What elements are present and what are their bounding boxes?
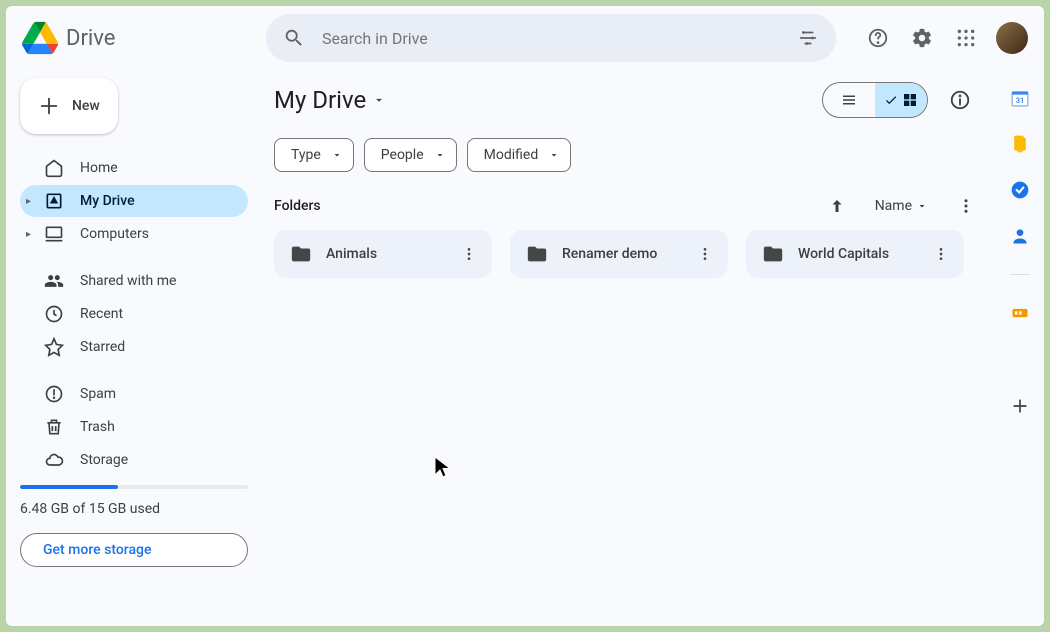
sidebar-item-spam[interactable]: Spam [20, 378, 248, 410]
dropdown-icon [548, 149, 560, 161]
check-icon [884, 93, 898, 107]
home-icon [44, 158, 64, 178]
topbar: Drive [6, 6, 1044, 70]
spam-icon [44, 384, 64, 404]
more-options-icon[interactable] [952, 192, 980, 220]
sidebar-item-computers[interactable]: ▸ Computers [20, 218, 248, 250]
apps-icon[interactable] [946, 18, 986, 58]
settings-icon[interactable] [902, 18, 942, 58]
top-icons [858, 18, 1028, 58]
keep-icon[interactable] [1010, 134, 1030, 154]
people-icon [44, 271, 64, 291]
main-content: My Drive [262, 70, 996, 626]
drive-icon [44, 191, 64, 211]
side-rail: 31 [996, 70, 1044, 626]
filter-people[interactable]: People [364, 138, 457, 172]
folder-name: Renamer demo [562, 246, 676, 262]
sidebar-item-label: Starred [80, 339, 125, 355]
add-rail-icon[interactable] [1010, 396, 1030, 416]
sidebar-item-label: Spam [80, 386, 116, 402]
folder-item[interactable]: Renamer demo [510, 230, 728, 278]
sidebar-item-starred[interactable]: Starred [20, 331, 248, 363]
sort-by-name[interactable]: Name [875, 198, 928, 214]
brand-name: Drive [66, 26, 115, 51]
contacts-icon[interactable] [1010, 226, 1030, 246]
search-options-icon[interactable] [788, 18, 828, 58]
sidebar: New Home ▸ My Drive ▸ Computers Shared w… [6, 70, 262, 626]
folder-more-icon[interactable] [690, 239, 720, 269]
page-title: My Drive [274, 86, 366, 114]
sidebar-item-label: Recent [80, 306, 123, 322]
rail-divider [1010, 274, 1030, 275]
list-view-button[interactable] [823, 83, 875, 117]
drive-logo-icon [22, 20, 58, 56]
folder-more-icon[interactable] [926, 239, 956, 269]
sidebar-item-my-drive[interactable]: ▸ My Drive [20, 185, 248, 217]
sidebar-item-label: My Drive [80, 193, 135, 209]
folder-item[interactable]: World Capitals [746, 230, 964, 278]
star-icon [44, 337, 64, 357]
clock-icon [44, 304, 64, 324]
grid-view-button[interactable] [875, 83, 927, 117]
sidebar-item-label: Home [80, 160, 118, 176]
filter-row: Type People Modified [274, 138, 980, 172]
computer-icon [44, 224, 64, 244]
folder-item[interactable]: Animals [274, 230, 492, 278]
plus-icon [38, 95, 60, 117]
list-icon [840, 91, 858, 109]
help-icon[interactable] [858, 18, 898, 58]
storage-text: 6.48 GB of 15 GB used [20, 501, 248, 517]
new-button[interactable]: New [20, 78, 118, 134]
sidebar-item-label: Storage [80, 452, 128, 468]
filter-modified[interactable]: Modified [467, 138, 572, 172]
search-bar[interactable] [266, 14, 836, 62]
folder-name: Animals [326, 246, 440, 262]
storage-bar [20, 485, 248, 489]
dropdown-icon [331, 149, 343, 161]
sidebar-item-label: Trash [80, 419, 115, 435]
view-toggle [822, 82, 928, 118]
details-icon[interactable] [940, 80, 980, 120]
dropdown-icon [434, 149, 446, 161]
new-button-label: New [72, 98, 100, 114]
filter-type[interactable]: Type [274, 138, 354, 172]
logo-area[interactable]: Drive [22, 20, 258, 56]
expand-icon[interactable]: ▸ [26, 196, 31, 207]
breadcrumb-title[interactable]: My Drive [274, 86, 386, 114]
svg-text:31: 31 [1016, 96, 1025, 105]
expand-icon[interactable]: ▸ [26, 229, 31, 240]
trash-icon [44, 417, 64, 437]
search-icon[interactable] [274, 18, 314, 58]
folder-icon [762, 243, 784, 265]
section-label: Folders [274, 198, 321, 214]
cloud-icon [44, 450, 64, 470]
rail-app-icon[interactable] [1010, 303, 1030, 323]
sort-direction-icon[interactable] [823, 192, 851, 220]
calendar-icon[interactable]: 31 [1010, 88, 1030, 108]
sidebar-item-label: Shared with me [80, 273, 176, 289]
dropdown-icon [916, 200, 928, 212]
sidebar-item-recent[interactable]: Recent [20, 298, 248, 330]
get-storage-button[interactable]: Get more storage [20, 533, 248, 567]
sidebar-item-shared[interactable]: Shared with me [20, 265, 248, 297]
tasks-icon[interactable] [1010, 180, 1030, 200]
account-avatar[interactable] [996, 22, 1028, 54]
folder-icon [290, 243, 312, 265]
sidebar-item-storage[interactable]: Storage [20, 444, 248, 476]
folder-name: World Capitals [798, 246, 912, 262]
search-input[interactable] [314, 29, 788, 48]
dropdown-icon [372, 93, 386, 107]
folder-more-icon[interactable] [454, 239, 484, 269]
grid-icon [902, 92, 918, 108]
folders-grid: Animals Renamer demo World Capitals [274, 230, 980, 278]
sidebar-item-home[interactable]: Home [20, 152, 248, 184]
sidebar-item-trash[interactable]: Trash [20, 411, 248, 443]
sidebar-item-label: Computers [80, 226, 149, 242]
folder-icon [526, 243, 548, 265]
